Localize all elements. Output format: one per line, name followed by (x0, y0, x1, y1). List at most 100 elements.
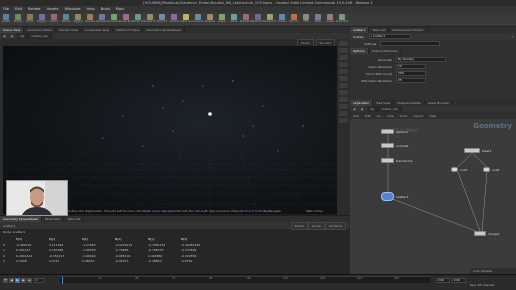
table-row[interactable]: 3 2.3008 0.2741 0.48010 -0.95471 -0.3882… (0, 259, 350, 265)
display-option-button[interactable] (339, 111, 348, 116)
shelf-tool[interactable]: Oceans (276, 13, 288, 26)
display-option-button[interactable] (339, 83, 348, 88)
tab-output-attributes[interactable]: Output Attributes (369, 48, 402, 54)
shelf-tool[interactable]: Create (0, 13, 12, 26)
end-frame-field-2[interactable]: 240 (452, 278, 466, 283)
step-forward-icon[interactable]: ▶ (21, 278, 26, 283)
shelf-tool[interactable]: FEM (300, 13, 312, 26)
shelf-tool[interactable]: Rigging (72, 13, 84, 26)
settings-dropdown[interactable] (380, 41, 441, 46)
shelf-tool[interactable]: Viscous Fluids (264, 13, 276, 26)
node-blast1[interactable]: blast1 (464, 148, 491, 153)
node-normal1[interactable]: normal1 (381, 143, 408, 148)
shelf-tool[interactable]: Lights and Cameras (180, 13, 192, 26)
generate-dropdown[interactable]: By Density (396, 57, 446, 62)
spreadsheet-filter-menu[interactable]: All Items (324, 221, 346, 230)
display-option-button[interactable] (339, 90, 348, 95)
max-relax-iterations-field[interactable]: 25 (396, 78, 426, 83)
shelf-tool[interactable]: Vellum (228, 13, 240, 26)
node-null2[interactable]: null2 (483, 167, 499, 172)
shelf-tool[interactable]: Particles (204, 13, 216, 26)
display-option-button[interactable] (339, 62, 348, 67)
shelf-tool[interactable]: Cloud FX (156, 13, 168, 26)
node-name-field[interactable]: scatter1 (370, 34, 411, 39)
menu-edit[interactable]: Edit (12, 6, 25, 13)
shelf-tool[interactable]: Muscles (84, 13, 96, 26)
menu-assets[interactable]: Assets (44, 6, 62, 13)
shelf-tool[interactable]: Constraints (108, 13, 120, 26)
shelf-tool[interactable]: Collisions (192, 13, 204, 26)
end-frame-field[interactable]: 240 (436, 278, 450, 283)
center-handle[interactable] (208, 112, 212, 116)
relax-iterations-field[interactable]: 10 (396, 64, 426, 69)
spreadsheet-group-field[interactable]: Group (307, 221, 325, 230)
scatter-node-icon[interactable] (381, 192, 394, 201)
menu-render[interactable]: Render (25, 6, 44, 13)
net-menu-view[interactable]: View (384, 113, 397, 119)
shelf-tool[interactable]: Volume (168, 13, 180, 26)
playhead[interactable] (62, 277, 63, 284)
shelf-tool[interactable]: Characters (96, 13, 108, 26)
display-option-button[interactable] (339, 41, 348, 46)
shelf-tool[interactable]: Modify (12, 13, 24, 26)
node-body[interactable] (381, 129, 394, 134)
node-body[interactable] (474, 231, 486, 236)
display-option-button[interactable] (339, 97, 348, 102)
shelf-tool-label: Grains (218, 20, 226, 23)
jump-end-icon[interactable]: ⏭ (27, 278, 32, 283)
net-menu-layout[interactable]: Layout (410, 113, 426, 119)
node-body[interactable] (381, 143, 394, 148)
node-body[interactable] (381, 158, 394, 163)
force-total-count-field[interactable]: 500 (396, 71, 426, 76)
net-menu-help[interactable]: Help (427, 113, 440, 119)
display-option-button[interactable] (339, 69, 348, 74)
step-back-icon[interactable]: ◀ (9, 278, 14, 283)
shelf-tool[interactable]: Grains (216, 13, 228, 26)
net-menu-add[interactable]: Add (350, 113, 362, 119)
shelf-tool[interactable]: Simple FX (144, 13, 156, 26)
menu-build[interactable]: Build (98, 6, 113, 13)
menu-windows[interactable]: Windows (61, 6, 83, 13)
current-frame-field[interactable]: 1 (34, 278, 44, 283)
menu-file[interactable]: File (0, 6, 12, 13)
shelf-tool[interactable]: Drive Simulation (336, 13, 348, 26)
spreadsheet-node-path[interactable]: scatter1 (0, 223, 18, 229)
shelf-tool[interactable]: Polygon (36, 13, 48, 26)
jump-start-icon[interactable]: ⏮ (3, 278, 8, 283)
node-body[interactable] (483, 167, 490, 172)
shelf-tool[interactable]: Deform (48, 13, 60, 26)
net-menu-tools[interactable]: Tools (397, 113, 410, 119)
tab-options[interactable]: Options (350, 48, 369, 54)
shelf-tool[interactable]: Wires (312, 13, 324, 26)
shelf-tool[interactable]: Texture (60, 13, 72, 26)
shelf-tool[interactable]: Particle Fluids (252, 13, 264, 26)
shelf-tool[interactable]: Rigid Bodies (240, 13, 252, 26)
timeline-ruler[interactable]: 1 24 48 72 96 120 144 168 192 216 (60, 276, 430, 284)
shelf-tool[interactable]: Terrain FX (132, 13, 144, 26)
display-option-button[interactable] (339, 104, 348, 109)
display-option-button[interactable] (339, 55, 348, 60)
display-option-button[interactable] (339, 48, 348, 53)
menu-main[interactable]: Main (113, 6, 128, 13)
net-menu-edit[interactable]: Edit (362, 113, 374, 119)
display-option-button[interactable] (339, 118, 348, 123)
node-null1[interactable]: null1 (451, 167, 467, 172)
node-body[interactable] (464, 148, 480, 153)
shelf-tool[interactable]: Guide Process (120, 13, 132, 26)
shelf-tool[interactable]: Model (24, 13, 36, 26)
node-transform1[interactable]: transform1 (381, 158, 413, 163)
presenter-image (7, 181, 67, 215)
net-menu-go[interactable]: Go (374, 113, 384, 119)
help-icon[interactable]: ? (508, 34, 516, 40)
node-sphere1[interactable]: sphere1 (381, 129, 408, 134)
display-option-button[interactable] (339, 76, 348, 81)
node-scatter1[interactable]: scatter1 (381, 192, 408, 201)
node-body[interactable] (451, 167, 458, 172)
shelf-tool[interactable]: Pyro FX (288, 13, 300, 26)
network-editor[interactable]: Geometry Sub Mesh sphere1 normal1 transf… (350, 119, 516, 274)
menu-help[interactable]: Help (84, 6, 98, 13)
play-icon[interactable]: ▶ (15, 278, 20, 283)
shelf-tool[interactable]: Crowds (324, 13, 336, 26)
spreadsheet-view-menu[interactable]: Points (290, 221, 308, 230)
node-merge1[interactable]: merge1 (474, 231, 500, 236)
